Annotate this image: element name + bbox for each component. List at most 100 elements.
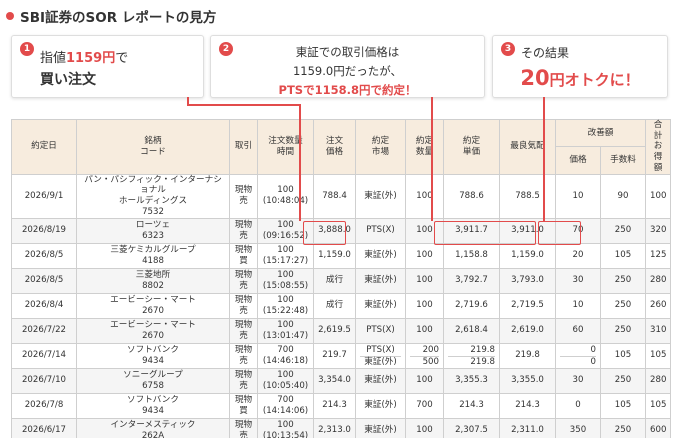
cell-market: PTS(X) 東証(外)	[355, 342, 406, 369]
cell-improve-price: 30	[555, 367, 601, 394]
cell-code: 2670	[142, 305, 164, 316]
cell-date: 2026/8/5	[11, 267, 77, 294]
cell-exec-price: 788.6	[443, 173, 500, 219]
cell-name: パン・パシフィック・インターナショナル ホールディングス 7532	[76, 173, 230, 219]
cell-market: 東証(外)	[355, 292, 406, 319]
cell-market: 東証(外)	[355, 392, 406, 419]
cell-order-price: 219.7	[313, 342, 356, 369]
cell-code: 9434	[142, 405, 164, 416]
cell-order-price: 成行	[313, 267, 356, 294]
connector-line-1	[187, 104, 300, 106]
cell-total: 320	[645, 217, 672, 244]
cell-total: 260	[645, 292, 672, 319]
cell-market: 東証(外)	[355, 242, 406, 269]
cell-name: エービーシー・マート 2670	[76, 317, 230, 344]
cell-improve-price: 350	[555, 417, 601, 438]
cell-code: 6758	[142, 380, 164, 391]
header-type: 取引	[229, 119, 258, 175]
cell-best-quote: 1,159.0	[499, 242, 556, 269]
cell-improve-price: 0	[555, 392, 601, 419]
cell-type: 現物 売	[229, 342, 258, 369]
cell-improve-fee: 250	[599, 417, 647, 438]
header-date: 約定日	[11, 119, 77, 175]
table-row: 2026/8/5 三菱地所 8802 現物 売 100 (15:08:55) 成行 東証(外)…	[11, 267, 672, 294]
cell-total: 600	[645, 417, 672, 438]
cell-type: 現物 売	[229, 173, 258, 219]
callout-1-line2: 買い注文	[40, 72, 96, 88]
cell-code: 4188	[142, 255, 164, 266]
callout-1-line1: 指値1159円で	[40, 51, 129, 66]
callout-2: 2 東証での取引価格は 1159.0円だったが、 PTSで1158.8円で約定！	[210, 35, 485, 98]
cell-best-quote: 788.5	[499, 173, 556, 219]
table-row: 2026/8/5 三菱ケミカルグループ 4188 現物 買 100 (15:17:27) 1…	[11, 242, 672, 269]
cell-type: 現物 売	[229, 317, 258, 344]
cell-best-quote: 2,311.0	[499, 417, 556, 438]
cell-exec-price: 3,792.7	[443, 267, 500, 294]
cell-total: 105	[645, 342, 672, 369]
cell-market: 東証(外)	[355, 173, 406, 219]
header-exec-qty: 約定 数量	[405, 119, 444, 175]
cell-improve-fee: 250	[599, 292, 647, 319]
callout-2-line1: 東証での取引価格は	[295, 45, 400, 59]
cell-name: ソフトバンク 9434	[76, 392, 230, 419]
connector-line-3	[543, 97, 545, 221]
cell-date: 2026/7/14	[11, 342, 77, 369]
cell-total: 105	[645, 392, 672, 419]
cell-best-quote: 2,719.5	[499, 292, 556, 319]
cell-exec-price: 3,355.3	[443, 367, 500, 394]
cell-type: 現物 売	[229, 292, 258, 319]
bullet-dot-icon	[6, 12, 14, 20]
cell-date: 2026/7/22	[11, 317, 77, 344]
step-number-badge: 1	[20, 42, 34, 56]
table-row: 2026/8/4 エービーシー・マート 2670 現物 売 100 (15:22:48) 成…	[11, 292, 672, 319]
cell-type: 現物 買	[229, 242, 258, 269]
cell-type: 現物 買	[229, 392, 258, 419]
cell-improve-price: 60	[555, 317, 601, 344]
cell-best-quote: 3,355.0	[499, 367, 556, 394]
table-row: 2026/7/8 ソフトバンク 9434 現物 買 700 (14:14:06) 214.3…	[11, 392, 672, 419]
cell-order-price: 2,313.0	[313, 417, 356, 438]
cell-total: 280	[645, 367, 672, 394]
table-row: 2026/9/1 パン・パシフィック・インターナショナル ホールディングス 7532…	[11, 173, 672, 219]
cell-type: 現物 売	[229, 417, 258, 438]
cell-order-price: 1,159.0	[313, 242, 356, 269]
cell-improve-price: 30	[555, 267, 601, 294]
callout-3: 3 その結果 20円オトクに！	[492, 35, 668, 98]
cell-name: 三菱ケミカルグループ 4188	[76, 242, 230, 269]
cell-improve-fee: 250	[599, 367, 647, 394]
cell-market: 東証(外)	[355, 367, 406, 394]
table-row: 2026/7/14 ソフトバンク 9434 現物 売 700 (14:46:18) 219.…	[11, 342, 672, 369]
cell-qty-time: 100 (10:05:40)	[257, 367, 314, 394]
header-improve-price: 価格	[555, 146, 601, 175]
cell-code: 8802	[142, 280, 164, 291]
cell-market: PTS(X)	[355, 317, 406, 344]
cell-qty-time: 100 (15:22:48)	[257, 292, 314, 319]
cell-order-price: 成行	[313, 292, 356, 319]
cell-qty-time: 100 (10:13:54)	[257, 417, 314, 438]
sor-report-table: 約定日 銘柄 コード 取引 注文数量 時間 注文 価格 約定 市場 約定 数量 …	[11, 118, 672, 438]
cell-qty-time: 700 (14:46:18)	[257, 342, 314, 369]
cell-best-quote: 3,793.0	[499, 267, 556, 294]
cell-total: 100	[645, 173, 672, 219]
header-total: 合計 お得額	[645, 119, 672, 175]
table-row: 2026/6/17 インターメスティック 262A 現物 売 100 (10:13:54)…	[11, 417, 672, 438]
cell-date: 2026/6/17	[11, 417, 77, 438]
cell-date: 2026/8/5	[11, 242, 77, 269]
cell-improve-fee: 105	[599, 342, 647, 369]
cell-qty-time: 100 (13:01:47)	[257, 317, 314, 344]
table-row: 2026/7/22 エービーシー・マート 2670 現物 売 100 (13:01:47)…	[11, 317, 672, 344]
cell-qty-time: 100 (15:17:27)	[257, 242, 314, 269]
header-qty-time: 注文数量 時間	[257, 119, 314, 175]
cell-improve-fee: 250	[599, 217, 647, 244]
highlight-exec-and-best	[434, 221, 536, 245]
cell-exec-qty: 200 500	[405, 342, 444, 369]
cell-best-quote: 2,619.0	[499, 317, 556, 344]
cell-exec-qty: 100	[405, 417, 444, 438]
cell-name: 三菱地所 8802	[76, 267, 230, 294]
cell-exec-qty: 700	[405, 392, 444, 419]
callout-2-line2: 1159.0円だったが、	[292, 64, 402, 78]
cell-code: 262A	[141, 430, 165, 438]
cell-exec-price: 2,618.4	[443, 317, 500, 344]
cell-order-price: 3,354.0	[313, 367, 356, 394]
cell-improve-fee: 105	[599, 242, 647, 269]
